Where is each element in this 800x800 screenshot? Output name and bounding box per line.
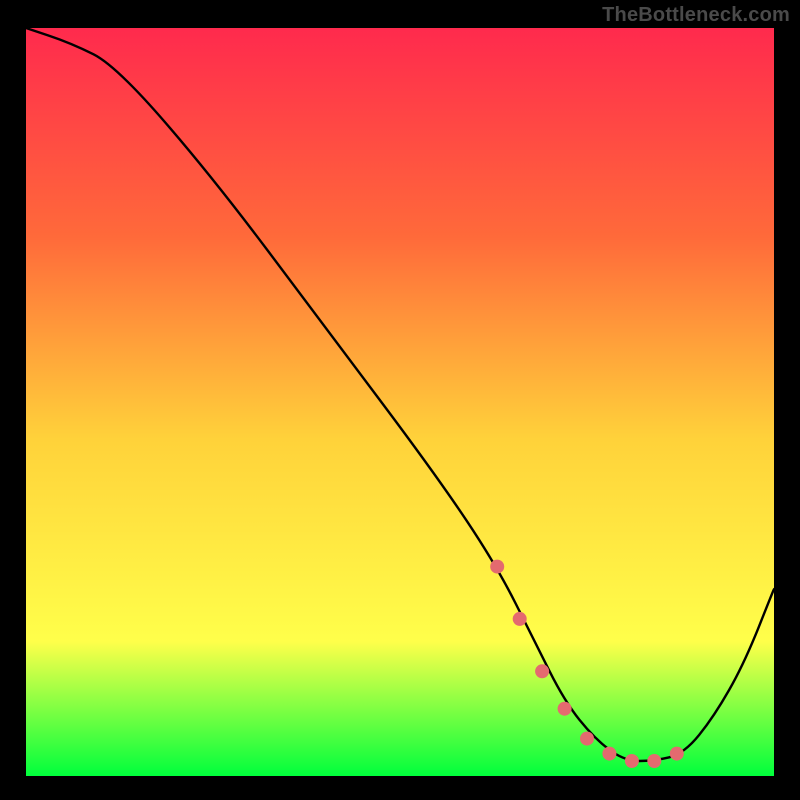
marker-point — [670, 747, 684, 761]
chart-plot — [26, 28, 774, 776]
chart-frame: TheBottleneck.com — [0, 0, 800, 800]
attribution-text: TheBottleneck.com — [602, 4, 790, 27]
gradient-background — [26, 28, 774, 776]
marker-point — [535, 664, 549, 678]
marker-point — [558, 702, 572, 716]
marker-point — [580, 732, 594, 746]
marker-point — [602, 747, 616, 761]
marker-point — [513, 612, 527, 626]
marker-point — [625, 754, 639, 768]
marker-point — [490, 560, 504, 574]
marker-point — [647, 754, 661, 768]
